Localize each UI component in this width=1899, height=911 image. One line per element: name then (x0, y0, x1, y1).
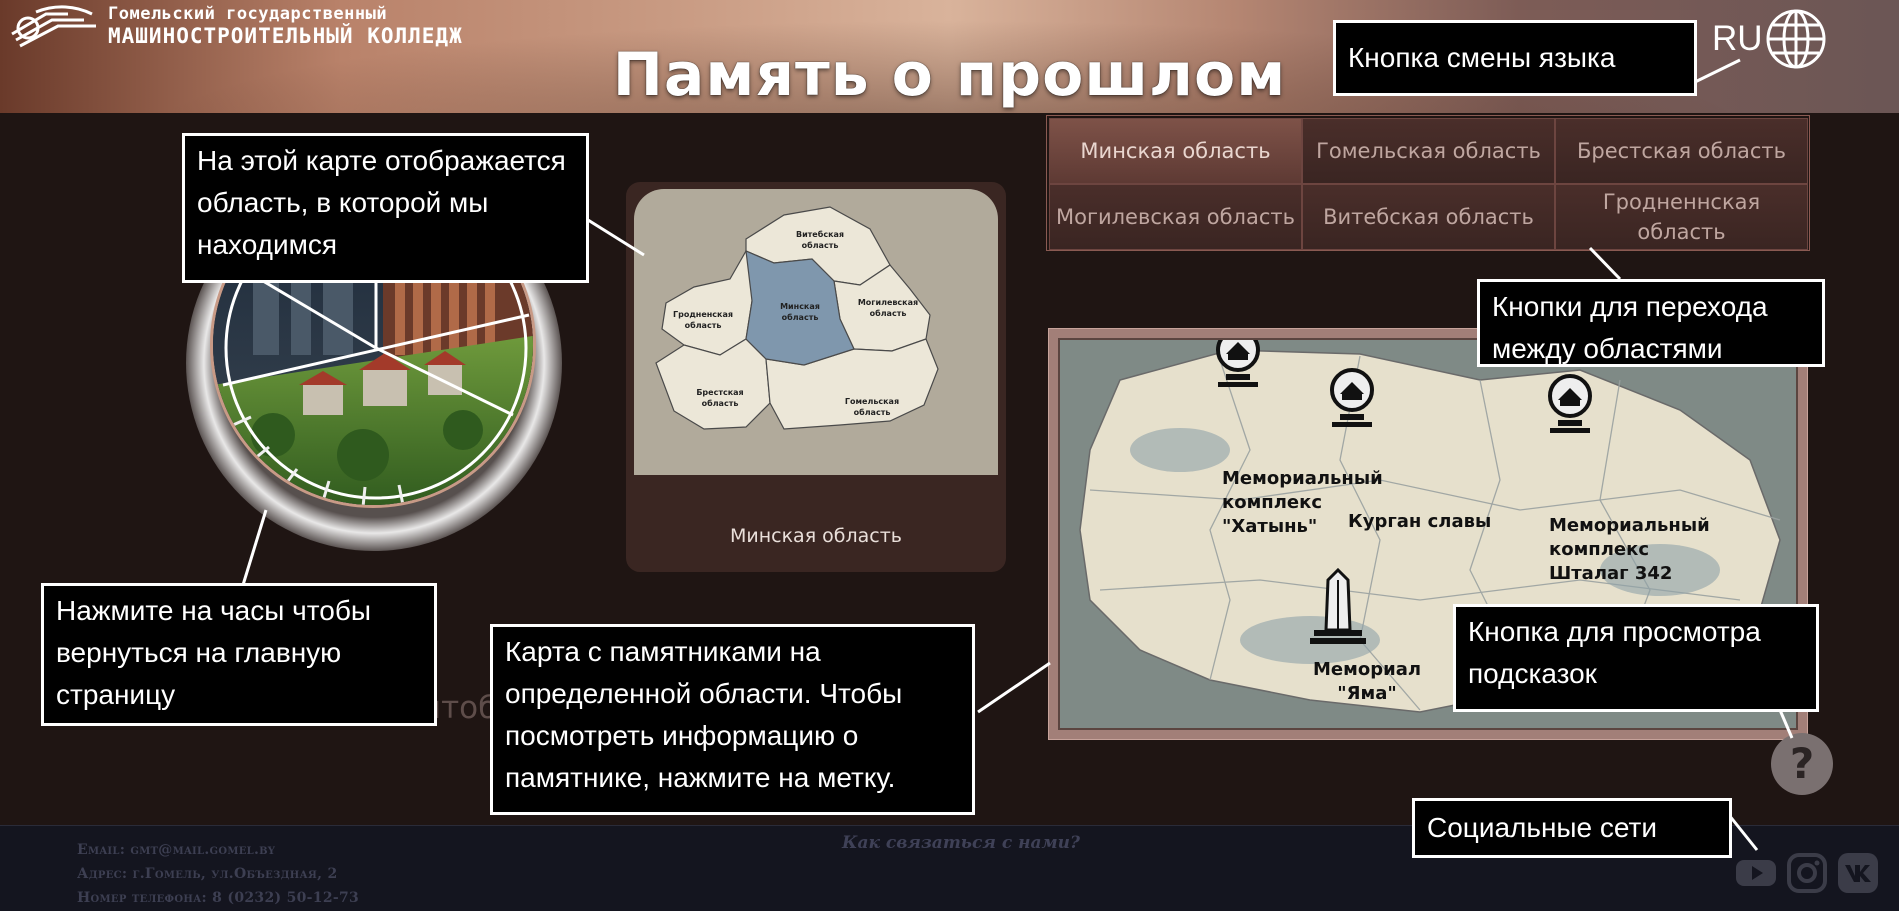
contact-info: Email: gmt@mail.gomel.by Адрес: г.Гомель… (77, 838, 359, 910)
tab-gomel[interactable]: Гомельская область (1302, 118, 1555, 184)
contact-address: Адрес: г.Гомель, ул.Объездная, 2 (77, 866, 338, 882)
youtube-icon[interactable] (1735, 852, 1777, 894)
callout-language: Кнопка смены языка (1333, 20, 1697, 96)
monument-label-line[interactable]: Мемориальный (1222, 467, 1383, 491)
monument-label-kurgan[interactable]: Курган славы (1348, 510, 1491, 534)
callout-monument-map: Карта с памятниками на определенной обла… (490, 624, 975, 815)
contact-email[interactable]: Email: gmt@mail.gomel.by (77, 838, 359, 862)
callout-clock: Нажмите на часы чтобы вернуться на главн… (41, 583, 437, 726)
region-overview-map: Витебская область Гродненская область Минс… (634, 189, 998, 475)
brest-region (655, 338, 771, 430)
college-name-line1: Гомельский государственный (108, 4, 388, 24)
tab-brest[interactable]: Брестская область (1555, 118, 1808, 184)
callout-social: Социальные сети (1412, 798, 1732, 858)
contact-title: Как связаться с нами? (842, 833, 1080, 853)
tab-grodno[interactable]: Гродненнская область (1555, 184, 1808, 250)
instagram-icon[interactable] (1786, 852, 1828, 894)
language-switch[interactable]: RU (1712, 8, 1827, 70)
monument-label-stalag[interactable]: Мемориальный комплекс Шталаг 342 (1549, 514, 1710, 586)
monument-label-line[interactable]: комплекс (1549, 538, 1710, 562)
contact-phone: Номер телефона: 8 (0232) 50-12-73 (77, 890, 360, 906)
region-tabs: Минская область Гомельская область Брест… (1046, 115, 1810, 251)
callout-region-map: На этой карте отображается область, в ко… (182, 133, 589, 283)
belarus-regions-map: Витебская область Гродненская область Минс… (655, 206, 939, 430)
monument-label-line[interactable]: Курган славы (1348, 510, 1491, 534)
monument-label-line[interactable]: "Яма" (1313, 682, 1421, 706)
callout-tabs: Кнопки для перехода между областями (1477, 279, 1825, 367)
help-button[interactable]: ? (1771, 733, 1833, 795)
monument-label-line[interactable]: Шталаг 342 (1549, 562, 1710, 586)
tab-mogilev[interactable]: Могилевская область (1049, 184, 1302, 250)
monument-label-line[interactable]: Мемориал (1313, 658, 1421, 682)
callout-help: Кнопка для просмотра подсказок (1453, 604, 1819, 712)
monument-label-line[interactable]: Мемориальный (1549, 514, 1710, 538)
monument-label-yama[interactable]: Мемориал "Яма" (1313, 658, 1421, 706)
tab-minsk[interactable]: Минская область (1049, 118, 1302, 184)
globe-icon[interactable] (1765, 8, 1827, 70)
tab-vitebsk[interactable]: Витебская область (1302, 184, 1555, 250)
region-caption: Минская область (729, 525, 903, 547)
language-code[interactable]: RU (1712, 19, 1763, 59)
vk-icon[interactable] (1837, 852, 1879, 894)
